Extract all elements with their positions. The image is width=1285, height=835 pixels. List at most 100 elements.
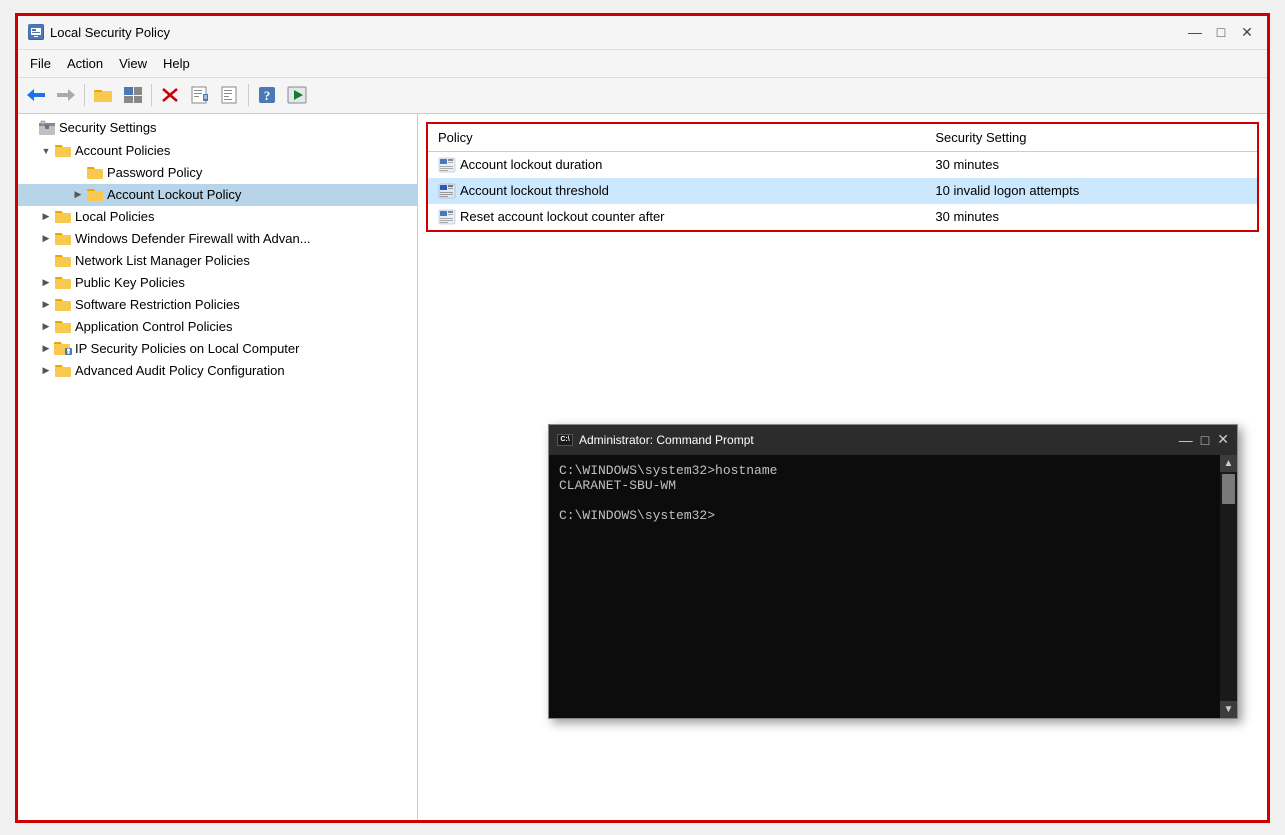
tree-account-lockout-policy[interactable]: Account Lockout Policy: [18, 184, 417, 206]
lockout-policy-label: Account Lockout Policy: [107, 187, 241, 202]
close-button[interactable]: ✕: [1237, 22, 1257, 42]
toolbar: ?: [18, 78, 1267, 114]
lockout-policy-folder-icon: [86, 187, 104, 203]
show-hide-button[interactable]: [119, 81, 147, 109]
defender-label: Windows Defender Firewall with Advan...: [75, 231, 311, 246]
account-policies-label: Account Policies: [75, 143, 170, 158]
network-list-label: Network List Manager Policies: [75, 253, 250, 268]
local-policies-expand[interactable]: [38, 209, 54, 225]
reset-counter-text: Reset account lockout counter after: [460, 209, 665, 224]
title-bar-left: Local Security Policy: [28, 24, 170, 40]
delete-button[interactable]: [156, 81, 184, 109]
cmd-icon: C:\: [557, 434, 573, 446]
cmd-content-area: C:\WINDOWS\system32>hostname CLARANET-SB…: [549, 455, 1237, 718]
tree-public-key[interactable]: Public Key Policies: [18, 272, 417, 294]
app-icon: [28, 24, 44, 40]
cmd-window: C:\ Administrator: Command Prompt — □ ✕ …: [548, 424, 1238, 719]
cmd-scroll-thumb[interactable]: [1222, 474, 1235, 504]
run-button[interactable]: [283, 81, 311, 109]
tree-software-restriction[interactable]: Software Restriction Policies: [18, 294, 417, 316]
folder-button[interactable]: [89, 81, 117, 109]
defender-expand[interactable]: [38, 231, 54, 247]
back-button[interactable]: [22, 81, 50, 109]
tree-local-policies[interactable]: Local Policies: [18, 206, 417, 228]
maximize-button[interactable]: □: [1211, 22, 1231, 42]
app-control-label: Application Control Policies: [75, 319, 233, 334]
cmd-controls: — □ ✕: [1179, 431, 1229, 448]
title-bar: Local Security Policy — □ ✕: [18, 16, 1267, 50]
reset-counter-setting: 30 minutes: [925, 204, 1257, 230]
advanced-audit-expand[interactable]: [38, 363, 54, 379]
defender-folder-icon: [54, 231, 72, 247]
toolbar-sep-3: [248, 84, 249, 106]
policy-table-wrapper: Policy Security Setting: [426, 122, 1259, 232]
password-policy-folder-icon: [86, 165, 104, 181]
tree-password-policy[interactable]: Password Policy: [18, 162, 417, 184]
policy-row-lockout-duration[interactable]: Account lockout duration 30 minutes: [428, 151, 1257, 178]
tree-app-control[interactable]: Application Control Policies: [18, 316, 417, 338]
tree-advanced-audit[interactable]: Advanced Audit Policy Configuration: [18, 360, 417, 382]
public-key-expand[interactable]: [38, 275, 54, 291]
cmd-line-2: CLARANET-SBU-WM: [559, 478, 1210, 493]
cmd-close-button[interactable]: ✕: [1217, 431, 1229, 448]
main-window: Local Security Policy — □ ✕ File Action …: [15, 13, 1270, 823]
menu-action[interactable]: Action: [59, 53, 111, 74]
cmd-title-left: C:\ Administrator: Command Prompt: [557, 433, 754, 447]
lockout-threshold-text: Account lockout threshold: [460, 183, 609, 198]
forward-button[interactable]: [52, 81, 80, 109]
cmd-scroll-down[interactable]: ▼: [1220, 701, 1237, 718]
software-restriction-folder-icon: [54, 297, 72, 313]
cmd-minimize-button[interactable]: —: [1179, 431, 1193, 448]
tree-panel: Security Settings Account Policies: [18, 114, 418, 820]
security-setting-column-header: Security Setting: [925, 124, 1257, 152]
lockout-policy-expand[interactable]: [70, 187, 86, 203]
cmd-scrollbar: ▲ ▼: [1220, 455, 1237, 718]
menu-help[interactable]: Help: [155, 53, 198, 74]
lockout-duration-text: Account lockout duration: [460, 157, 602, 172]
tree-windows-defender[interactable]: Windows Defender Firewall with Advan...: [18, 228, 417, 250]
network-list-folder-icon: [54, 253, 72, 269]
properties-button[interactable]: [186, 81, 214, 109]
policy-row-lockout-threshold[interactable]: Account lockout threshold 10 invalid log…: [428, 178, 1257, 204]
main-content: Security Settings Account Policies: [18, 114, 1267, 820]
cmd-scroll-up[interactable]: ▲: [1220, 455, 1237, 472]
security-settings-icon: [38, 119, 56, 137]
account-policies-folder-icon: [54, 143, 72, 159]
cmd-scroll-track: [1220, 472, 1237, 701]
app-control-folder-icon: [54, 319, 72, 335]
security-settings-label: Security Settings: [59, 120, 157, 135]
help-button[interactable]: ?: [253, 81, 281, 109]
title-bar-controls: — □ ✕: [1185, 22, 1257, 42]
toolbar-sep-2: [151, 84, 152, 106]
advanced-audit-label: Advanced Audit Policy Configuration: [75, 363, 285, 378]
cmd-maximize-button[interactable]: □: [1201, 431, 1209, 448]
svg-text:?: ?: [264, 88, 271, 103]
ip-security-expand[interactable]: [38, 341, 54, 357]
lockout-threshold-icon: [438, 183, 456, 199]
cmd-line-1: C:\WINDOWS\system32>hostname: [559, 463, 1210, 478]
account-policies-expand[interactable]: [38, 143, 54, 159]
policy-table: Policy Security Setting: [428, 124, 1257, 230]
public-key-label: Public Key Policies: [75, 275, 185, 290]
tree-root-security-settings[interactable]: Security Settings: [18, 116, 417, 140]
tree-ip-security[interactable]: IP Security Policies on Local Computer: [18, 338, 417, 360]
software-restriction-label: Software Restriction Policies: [75, 297, 240, 312]
tree-account-policies[interactable]: Account Policies: [18, 140, 417, 162]
tree-network-list[interactable]: Network List Manager Policies: [18, 250, 417, 272]
lockout-threshold-setting: 10 invalid logon attempts: [925, 178, 1257, 204]
export-button[interactable]: [216, 81, 244, 109]
policy-lockout-threshold-cell: Account lockout threshold: [428, 178, 925, 204]
app-control-expand[interactable]: [38, 319, 54, 335]
policy-row-reset-counter[interactable]: Reset account lockout counter after 30 m…: [428, 204, 1257, 230]
reset-counter-icon: [438, 209, 456, 225]
cmd-title-text: Administrator: Command Prompt: [579, 433, 754, 447]
menu-view[interactable]: View: [111, 53, 155, 74]
menu-file[interactable]: File: [22, 53, 59, 74]
cmd-title-bar: C:\ Administrator: Command Prompt — □ ✕: [549, 425, 1237, 455]
policy-lockout-duration-cell: Account lockout duration: [428, 151, 925, 178]
minimize-button[interactable]: —: [1185, 22, 1205, 42]
advanced-audit-folder-icon: [54, 363, 72, 379]
software-restriction-expand[interactable]: [38, 297, 54, 313]
cmd-line-4: C:\WINDOWS\system32>: [559, 508, 1210, 523]
lockout-duration-icon: [438, 157, 456, 173]
